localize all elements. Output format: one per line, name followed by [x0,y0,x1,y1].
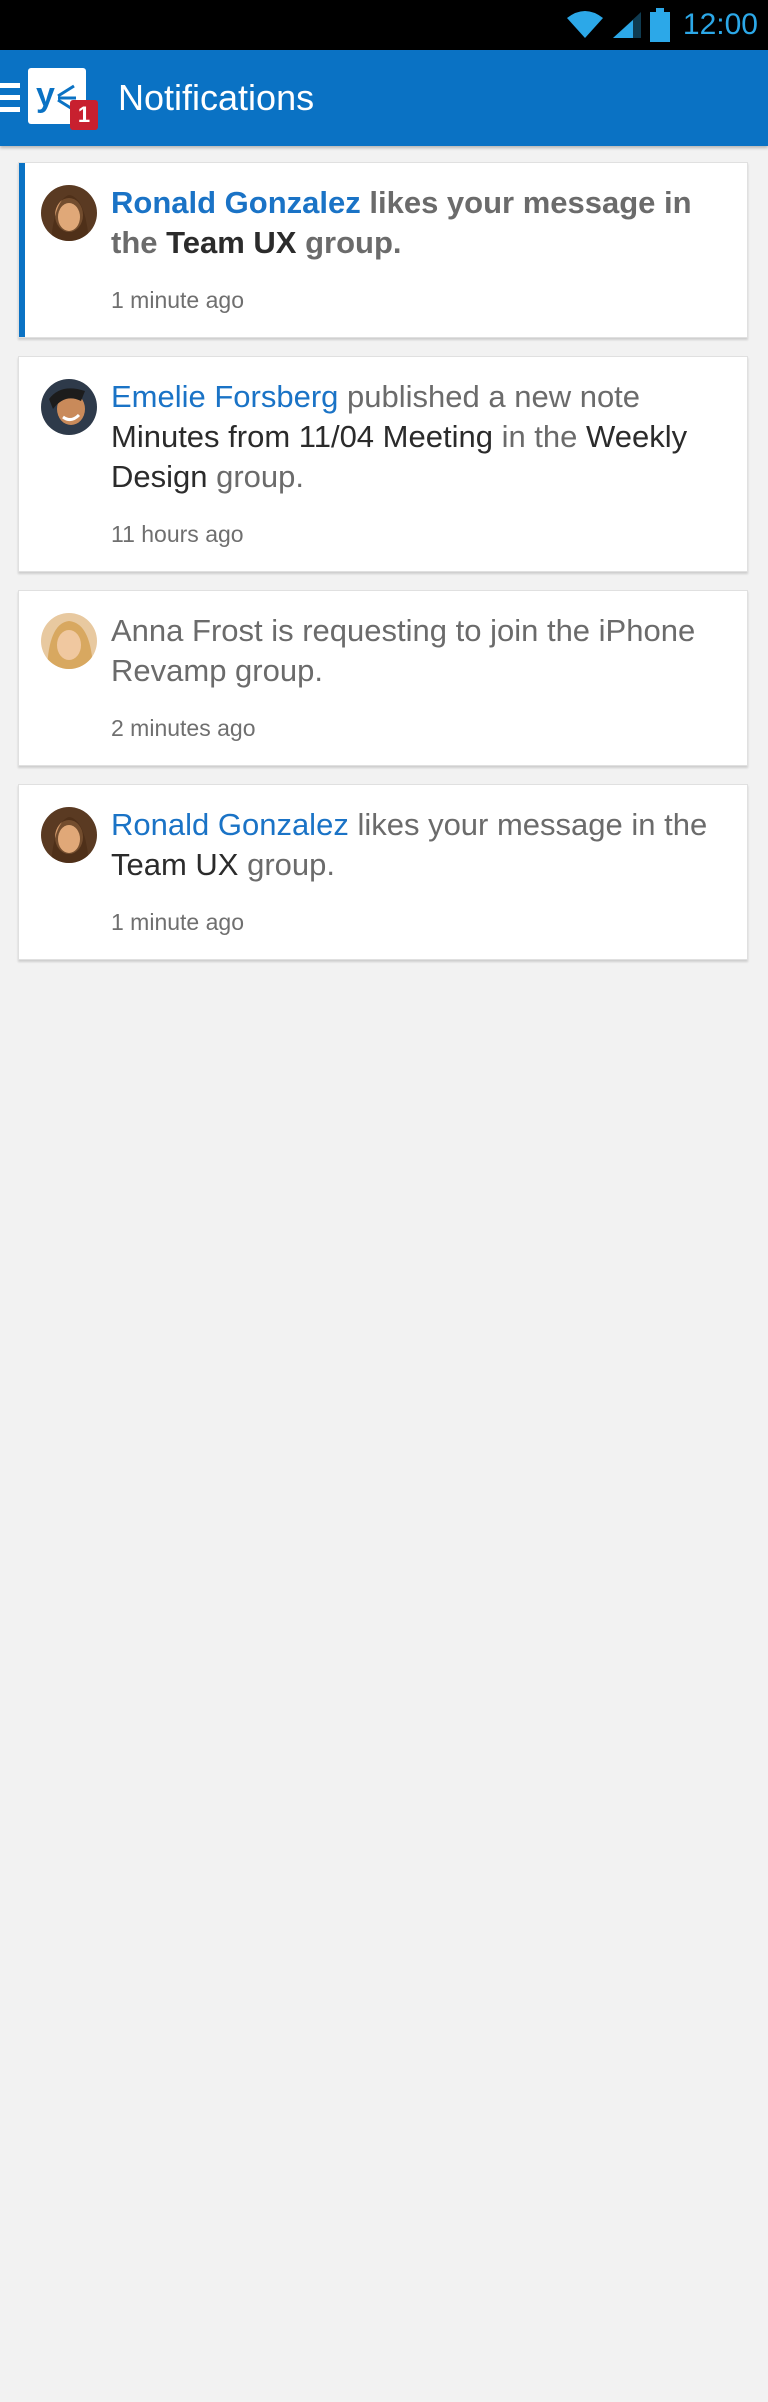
notification-message: Ronald Gonzalez likes your message in th… [111,183,717,263]
notification-badge: 1 [70,100,98,130]
battery-icon [649,8,670,42]
actor-link[interactable]: Ronald Gonzalez [111,807,349,842]
timestamp: 1 minute ago [111,287,244,313]
notification-message: Anna Frost is requesting to join the iPh… [111,611,717,691]
message-text: likes your message in the [348,807,708,842]
message-text: group. [238,847,335,882]
page-title: Notifications [118,77,315,118]
avatar[interactable] [41,379,97,435]
notification-message: Emelie Forsberg published a new note Min… [111,377,717,497]
notification-card[interactable]: Ronald Gonzalez likes your message in th… [18,784,748,960]
message-text: group. [207,459,305,494]
actor-link[interactable]: Emelie Forsberg [111,379,338,414]
notification-list: Ronald Gonzalez likes your message in th… [18,162,748,978]
message-text: published a new note [338,379,641,414]
status-time: 12:00 [682,8,758,41]
avatar[interactable] [41,613,97,669]
cell-signal-icon [612,12,641,38]
group-link[interactable]: Team UX [111,847,238,882]
timestamp: 11 hours ago [111,521,244,547]
note-link[interactable]: Minutes from 11/04 Meeting [111,419,493,454]
app-bar: y 1 Notifications [0,50,768,146]
avatar[interactable] [41,807,97,863]
message-text: group. [296,225,402,260]
message-text: Anna Frost is requesting to join the iPh… [111,613,696,688]
wifi-icon [566,11,603,38]
svg-text:y: y [36,76,55,114]
status-bar: 12:00 [0,0,768,50]
message-text: in the [492,419,587,454]
status-icons: 12:00 [565,6,758,44]
avatar[interactable] [41,185,97,241]
notification-message: Ronald Gonzalez likes your message in th… [111,805,717,885]
notification-card[interactable]: Anna Frost is requesting to join the iPh… [18,590,748,766]
menu-icon[interactable] [0,83,20,113]
notification-card[interactable]: Ronald Gonzalez likes your message in th… [18,162,748,338]
group-link[interactable]: Team UX [166,225,296,260]
actor-link[interactable]: Ronald Gonzalez [111,185,361,220]
timestamp: 2 minutes ago [111,715,256,741]
timestamp: 1 minute ago [111,909,244,935]
notification-card[interactable]: Emelie Forsberg published a new note Min… [18,356,748,572]
